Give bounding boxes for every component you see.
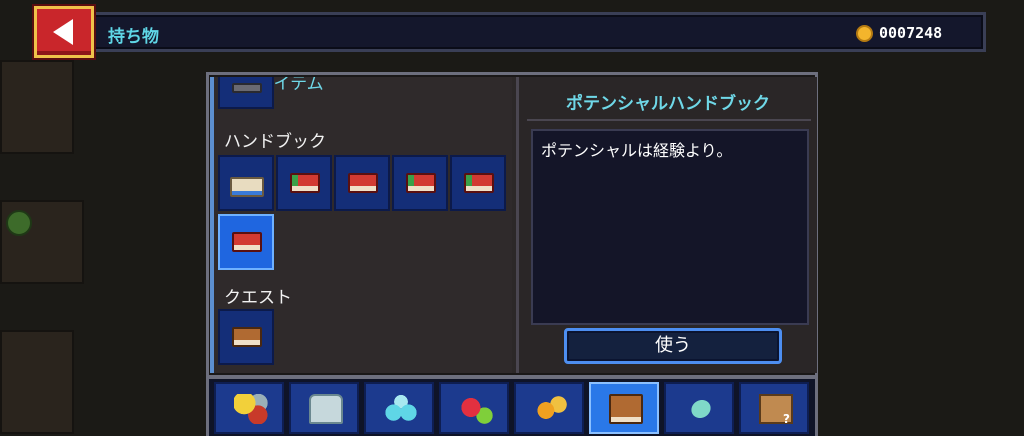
- divider: [527, 119, 811, 121]
- section-label-handbooks: ハンドブック: [224, 132, 326, 152]
- book-icon: [609, 394, 643, 424]
- background-plant: [6, 210, 32, 236]
- header-bar: [92, 12, 986, 52]
- item-description-box: ポテンシャルは経験より。: [531, 129, 809, 325]
- red-book-icon: [290, 173, 320, 193]
- tab-orbs[interactable]: [364, 382, 434, 434]
- armor-icon: [309, 394, 343, 424]
- item-slot-handbook-2[interactable]: [276, 155, 332, 211]
- item-slot-handbook-6-selected[interactable]: [218, 214, 274, 270]
- section-label-quest: クエスト: [224, 288, 292, 308]
- item-slot-handbook-5[interactable]: [450, 155, 506, 211]
- tab-potion[interactable]: [514, 382, 584, 434]
- tab-mystery-box[interactable]: ?: [739, 382, 809, 434]
- item-slot-quest-1[interactable]: [218, 309, 274, 365]
- tab-armor[interactable]: [289, 382, 359, 434]
- background-tile: [0, 60, 74, 154]
- back-button[interactable]: [34, 6, 94, 58]
- orbs-icon: [384, 394, 418, 424]
- red-book-icon: [348, 173, 378, 193]
- food-icon: [234, 394, 268, 424]
- item-slot-key-item[interactable]: [218, 77, 274, 109]
- item-detail-pane: ポテンシャルハンドブック ポテンシャルは経験より。 使う: [516, 77, 817, 373]
- heart-fruit-icon: [459, 394, 493, 424]
- red-book-icon: [232, 232, 262, 252]
- item-list[interactable]: キーアイテム ハンドブック クエスト: [210, 77, 512, 373]
- tab-heart-fruit[interactable]: [439, 382, 509, 434]
- item-slot-handbook-1[interactable]: [218, 155, 274, 211]
- back-arrow-icon: [53, 19, 73, 45]
- item-slot-handbook-4[interactable]: [392, 155, 448, 211]
- open-book-icon: [230, 177, 264, 197]
- item-detail-title: ポテンシャルハンドブック: [566, 94, 770, 114]
- coin-count: 0007248: [879, 24, 943, 42]
- item-slot-handbook-3[interactable]: [334, 155, 390, 211]
- red-book-icon: [464, 173, 494, 193]
- brown-book-icon: [232, 327, 262, 347]
- tab-gem[interactable]: [664, 382, 734, 434]
- item-list-scrollbar[interactable]: [210, 77, 214, 373]
- key-item-icon: [232, 83, 262, 93]
- question-mark-icon: ?: [783, 412, 790, 426]
- potion-icon: [534, 394, 568, 424]
- red-book-icon: [406, 173, 436, 193]
- background-tile: [0, 330, 74, 434]
- gem-icon: [678, 387, 724, 431]
- screen-title: 持ち物: [108, 27, 159, 47]
- use-button[interactable]: 使う: [564, 328, 782, 364]
- coin-icon: [856, 25, 873, 42]
- tab-handbooks-selected[interactable]: [589, 382, 659, 434]
- item-description: ポテンシャルは経験より。: [541, 141, 733, 160]
- tab-food[interactable]: [214, 382, 284, 434]
